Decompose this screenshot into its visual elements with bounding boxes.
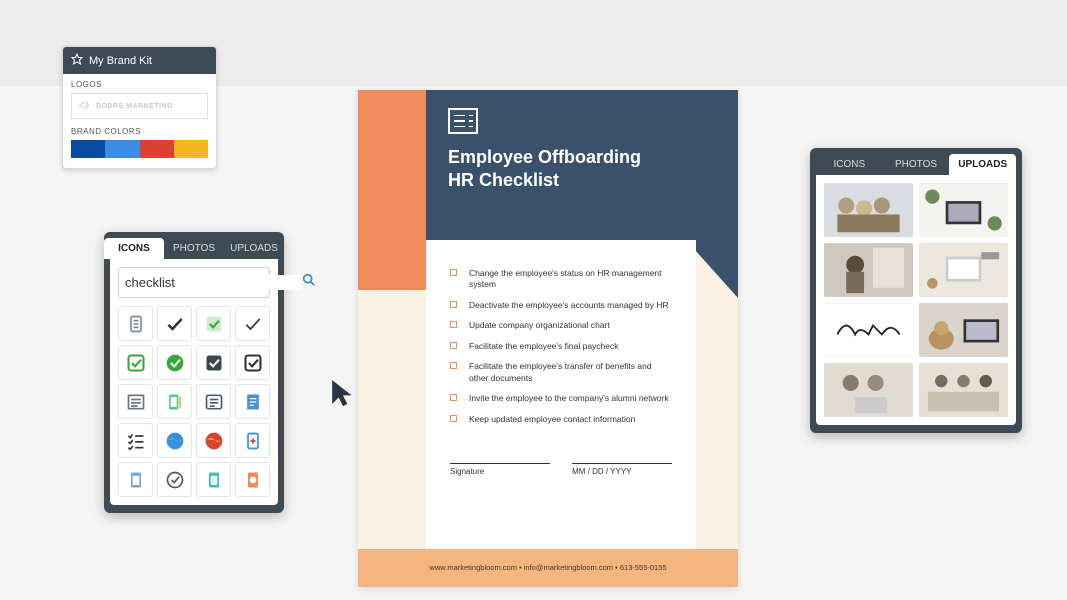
doc-accent-block — [358, 90, 426, 290]
upload-grid — [824, 183, 1008, 417]
doc-checklist: Change the employee's status on HR manag… — [450, 268, 672, 425]
star-icon — [71, 53, 83, 68]
checklist-item: Deactivate the employee's accounts manag… — [450, 300, 672, 311]
checkbox-outline-dark-icon[interactable] — [235, 345, 270, 380]
swatch[interactable] — [105, 140, 139, 158]
upload-thumb-laptop-desk[interactable] — [919, 183, 1008, 237]
checklist-item: Facilitate the employee's transfer of be… — [450, 361, 672, 384]
checklist-item: Keep updated employee contact informatio… — [450, 414, 672, 425]
clipboard-pencil-icon[interactable] — [157, 384, 192, 419]
checkbox-icon — [450, 321, 457, 328]
checklist-item-text: Deactivate the employee's accounts manag… — [469, 300, 669, 311]
checkbox-outline-green-icon[interactable] — [118, 345, 153, 380]
checklist-item-text: Change the employee's status on HR manag… — [469, 268, 672, 291]
brand-kit-panel: My Brand Kit LOGOS DOBRE MARKETING BRAND… — [62, 46, 217, 169]
logo-name: DOBRE MARKETING — [96, 103, 173, 110]
checklist-item-text: Update company organizational chart — [469, 320, 610, 331]
checkbox-icon — [450, 301, 457, 308]
brand-kit-title: My Brand Kit — [89, 55, 152, 67]
upload-thumb-desk-overhead[interactable] — [919, 243, 1008, 297]
swatch[interactable] — [71, 140, 105, 158]
checkbox-dark-icon[interactable] — [196, 345, 231, 380]
icon-search-box — [118, 267, 270, 298]
upload-thumb-team-meeting[interactable] — [824, 183, 913, 237]
checklist-item-text: Facilitate the employee's final paycheck — [469, 341, 619, 352]
upload-thumb-group-table[interactable] — [919, 363, 1008, 417]
tab-icons[interactable]: ICONS — [104, 238, 164, 259]
swatch[interactable] — [174, 140, 208, 158]
cursor-icon — [330, 378, 356, 408]
list-lines-icon[interactable] — [118, 384, 153, 419]
brand-colors-label: BRAND COLORS — [71, 127, 208, 136]
clipboard-teal-icon[interactable] — [196, 462, 231, 497]
checklist-item: Facilitate the employee's final paycheck — [450, 341, 672, 352]
logos-label: LOGOS — [71, 80, 208, 89]
tab-photos[interactable]: PHOTOS — [883, 154, 950, 175]
swatch[interactable] — [140, 140, 174, 158]
doc-title-line2: HR Checklist — [448, 170, 559, 190]
uploads-panel: ICONS PHOTOS UPLOADS — [810, 148, 1022, 433]
icon-grid — [118, 306, 270, 497]
checkbox-icon — [450, 269, 457, 276]
globe-blue-icon[interactable] — [157, 423, 192, 458]
upload-thumb-laptop-dog[interactable] — [919, 303, 1008, 357]
signature-field: Signature — [450, 463, 550, 476]
document-canvas[interactable]: Employee Offboarding HR Checklist Change… — [358, 90, 738, 587]
doc-title: Employee Offboarding HR Checklist — [448, 146, 716, 191]
megaphone-icon — [78, 98, 92, 114]
brand-kit-header: My Brand Kit — [63, 47, 216, 74]
checklist-item-text: Invite the employee to the company's alu… — [469, 393, 669, 404]
icon-search-input[interactable] — [125, 275, 301, 290]
clipboard-plus-icon[interactable] — [235, 423, 270, 458]
date-field: MM / DD / YYYY — [572, 463, 672, 476]
check-circle-green-icon[interactable] — [157, 345, 192, 380]
checklist-item-text: Keep updated employee contact informatio… — [469, 414, 635, 425]
checkmark-icon[interactable] — [157, 306, 192, 341]
checkbox-green-icon[interactable] — [196, 306, 231, 341]
tab-uploads[interactable]: UPLOADS — [224, 238, 284, 259]
checklist-icon — [448, 108, 478, 134]
clipboard-blue-icon[interactable] — [118, 462, 153, 497]
checklist-item: Change the employee's status on HR manag… — [450, 268, 672, 291]
doc-header: Employee Offboarding HR Checklist — [426, 90, 738, 240]
globe-red-icon[interactable] — [196, 423, 231, 458]
doc-body: Change the employee's status on HR manag… — [426, 240, 696, 550]
icons-panel-tabs: ICONS PHOTOS UPLOADS — [104, 232, 284, 259]
upload-thumb-two-people-laptop[interactable] — [824, 363, 913, 417]
checkbox-icon — [450, 342, 457, 349]
tab-uploads[interactable]: UPLOADS — [949, 154, 1016, 175]
checklist-item-text: Facilitate the employee's transfer of be… — [469, 361, 672, 384]
clipboard-list-icon[interactable] — [118, 306, 153, 341]
clipboard-orange-icon[interactable] — [235, 462, 270, 497]
checkmark-thin-icon[interactable] — [235, 306, 270, 341]
document-lines-icon[interactable] — [235, 384, 270, 419]
doc-signature-row: Signature MM / DD / YYYY — [450, 463, 672, 476]
tab-icons[interactable]: ICONS — [816, 154, 883, 175]
checkbox-icon — [450, 415, 457, 422]
task-list-icon[interactable] — [118, 423, 153, 458]
upload-thumb-signature[interactable] — [824, 303, 913, 357]
check-circle-outline-icon[interactable] — [157, 462, 192, 497]
doc-title-line1: Employee Offboarding — [448, 147, 641, 167]
icons-panel: ICONS PHOTOS UPLOADS — [104, 232, 284, 513]
checklist-item: Update company organizational chart — [450, 320, 672, 331]
checkbox-icon — [450, 394, 457, 401]
list-card-icon[interactable] — [196, 384, 231, 419]
uploads-panel-tabs: ICONS PHOTOS UPLOADS — [810, 148, 1022, 175]
upload-thumb-woman-window[interactable] — [824, 243, 913, 297]
doc-footer: www.marketingbloom.com • info@marketingb… — [358, 549, 738, 587]
checklist-item: Invite the employee to the company's alu… — [450, 393, 672, 404]
logo-slot[interactable]: DOBRE MARKETING — [71, 93, 208, 119]
tab-photos[interactable]: PHOTOS — [164, 238, 224, 259]
brand-color-swatches — [71, 140, 208, 158]
search-icon[interactable] — [301, 272, 317, 293]
checkbox-icon — [450, 362, 457, 369]
